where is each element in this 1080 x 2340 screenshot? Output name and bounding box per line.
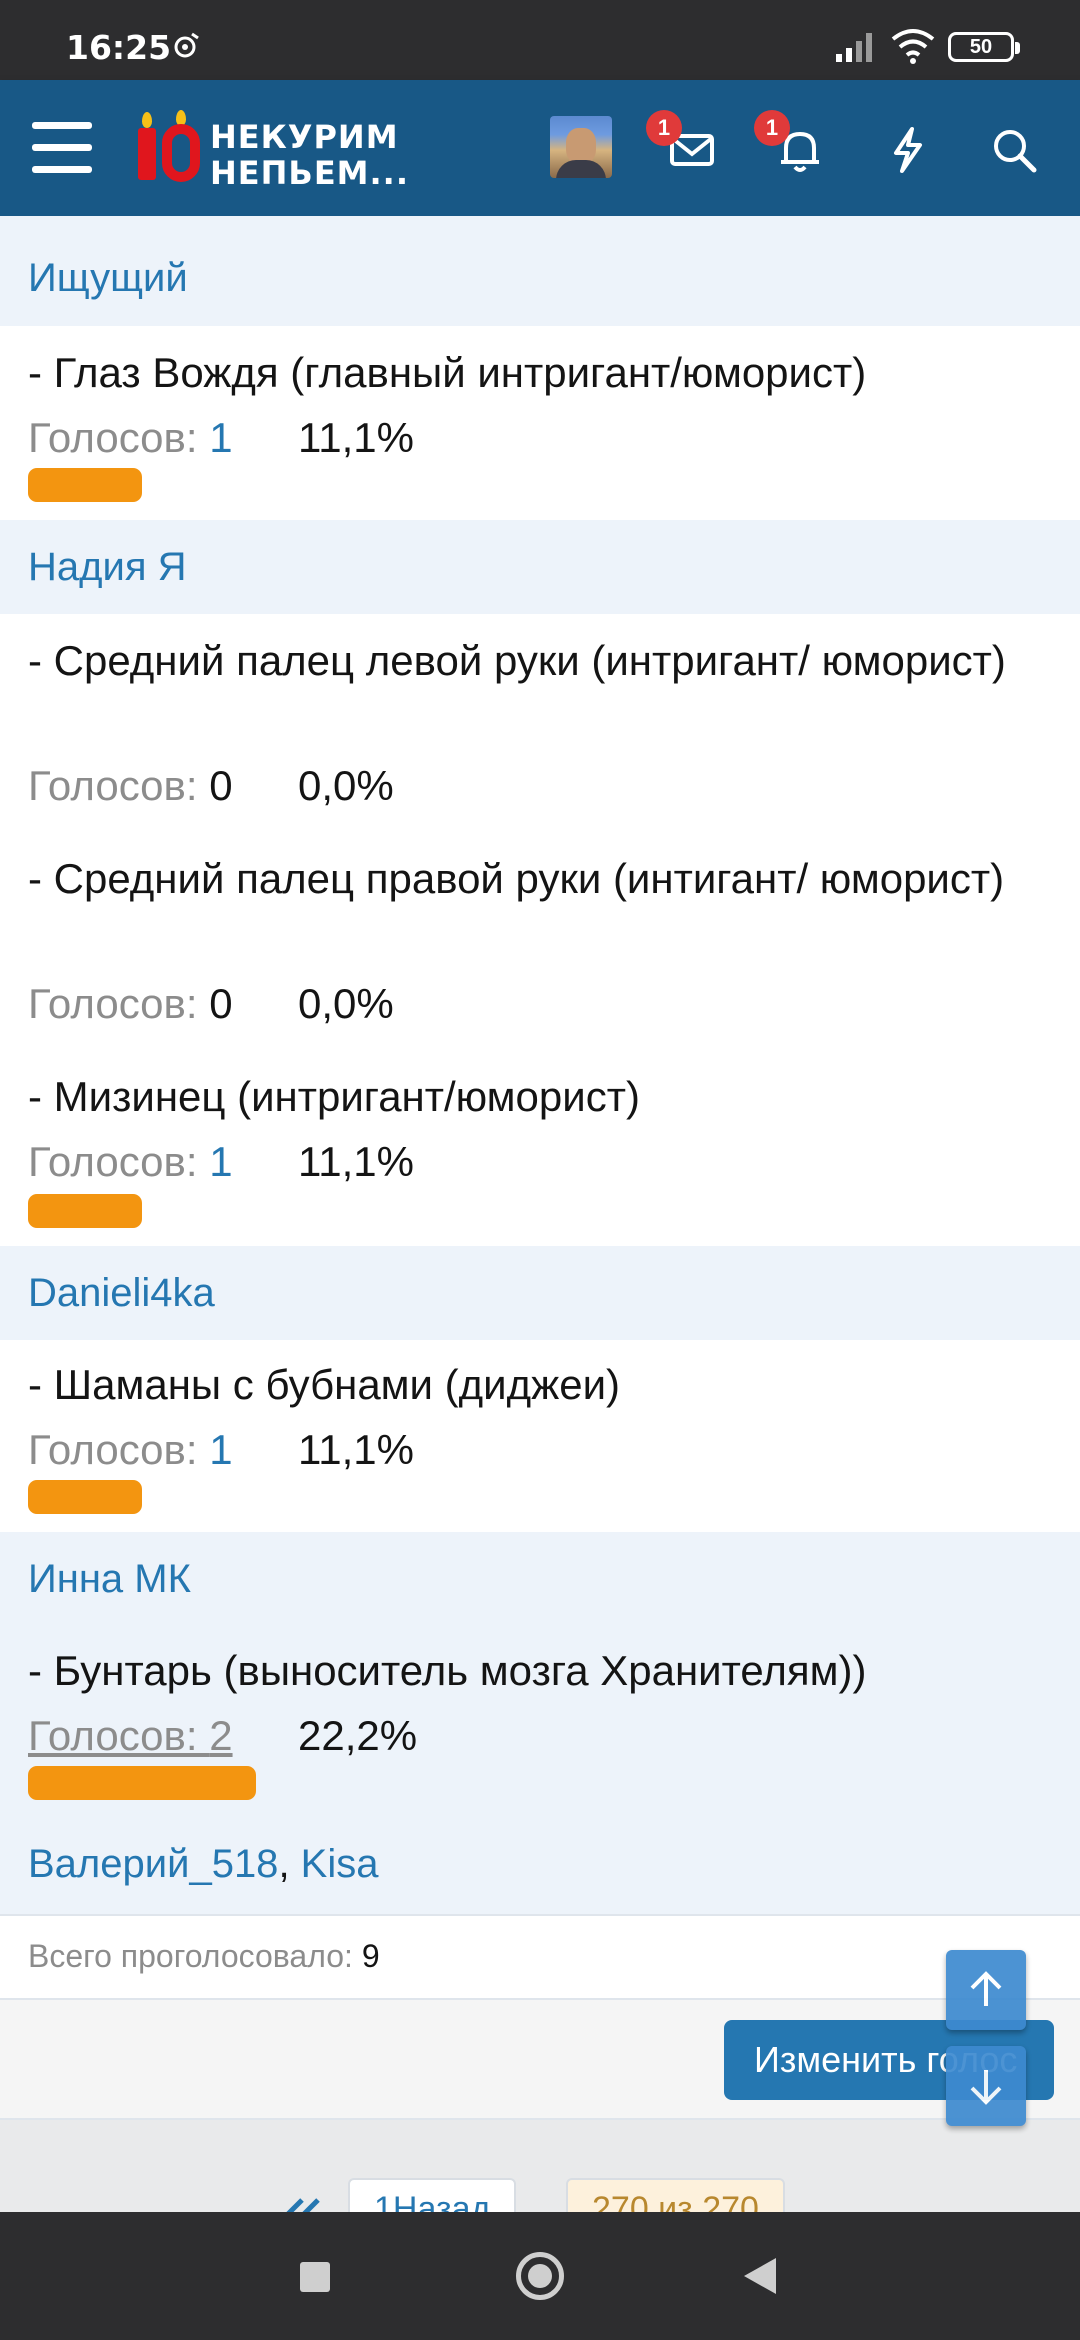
- poll-option-text: - Шаманы с бубнами (диджеи): [28, 1361, 621, 1408]
- messages-badge: 1: [646, 110, 682, 146]
- poll-votes: Голосов: 1: [28, 1426, 233, 1474]
- scroll-bottom-button[interactable]: [946, 2046, 1026, 2126]
- poll-total: Всего проголосовало: 9: [0, 1914, 1080, 1998]
- poll-option-text: - Бунтарь (выноситель мозга Хранителям)): [28, 1647, 867, 1694]
- battery-icon: 50: [948, 32, 1020, 62]
- battery-level: 50: [969, 36, 993, 58]
- menu-icon[interactable]: [32, 122, 92, 174]
- author-header-nadiya: Надия Я: [0, 520, 1080, 614]
- votes-count-link[interactable]: 1: [209, 1426, 232, 1473]
- votes-count: 0: [209, 762, 233, 809]
- poll-bar: [28, 1480, 142, 1514]
- search-icon[interactable]: [988, 124, 1040, 176]
- status-time: 16:25: [66, 28, 172, 67]
- avatar[interactable]: [550, 116, 612, 178]
- poll-option-text: - Средний палец правой руки (интигант/ ю…: [28, 855, 1005, 902]
- author-header-danieli4ka: Danieli4ka: [0, 1246, 1080, 1340]
- author-link[interactable]: Надия Я: [28, 545, 186, 589]
- votes-count-link[interactable]: 1: [209, 414, 232, 461]
- pager-prev-button[interactable]: 1Назад: [348, 2178, 517, 2212]
- author-link[interactable]: Danieli4ka: [28, 1271, 215, 1315]
- poll-votes: Голосов: 1: [28, 1138, 233, 1186]
- poll-percent: 22,2%: [298, 1712, 418, 1759]
- poll-votes: Голосов: 1: [28, 414, 233, 462]
- total-value: 9: [361, 1938, 380, 1974]
- app-header: НЕКУРИМ НЕПЬЕМ... 1 1: [0, 80, 1080, 216]
- scroll-top-button[interactable]: [946, 1950, 1026, 2030]
- author-header-ishchushchiy: Ищущий: [0, 216, 1080, 326]
- poll-bar: [28, 1766, 256, 1800]
- votes-label: Голосов:: [28, 1138, 210, 1185]
- arrow-down-icon: [970, 2070, 1002, 2105]
- votes-label: Голосов:: [28, 1712, 210, 1759]
- pager-current[interactable]: 270 из 270: [566, 2178, 785, 2212]
- poll-votes: Голосов: 0: [28, 980, 233, 1028]
- poll-votes: Голосов: 0: [28, 762, 233, 810]
- author-link[interactable]: Инна МК: [28, 1557, 191, 1601]
- poll-bar: [28, 468, 142, 502]
- poll-bar: [28, 1194, 142, 1228]
- status-bar: 16:25 50: [0, 0, 1080, 80]
- back-icon[interactable]: [744, 2258, 776, 2294]
- author-link[interactable]: Ищущий: [28, 256, 188, 300]
- poll-percent: 11,1%: [298, 1138, 414, 1185]
- poll-option-text: - Глаз Вождя (главный интригант/юморист): [28, 349, 867, 396]
- votes-count: 2: [209, 1712, 233, 1759]
- total-voters: Всего проголосовало: 9: [28, 1938, 380, 1975]
- double-chevron-left-icon[interactable]: [282, 2196, 326, 2212]
- logo-text-line2: НЕПЬЕМ...: [210, 154, 409, 192]
- alerts-badge: 1: [754, 110, 790, 146]
- poll-percent: 11,1%: [298, 414, 414, 461]
- arrow-up-icon: [970, 1971, 1002, 2006]
- votes-label: Голосов:: [28, 980, 210, 1027]
- poll-votes-link[interactable]: Голосов: 2: [28, 1712, 233, 1760]
- poll-option-text: - Мизинец (интригант/юморист): [28, 1073, 640, 1120]
- voters-list: Валерий_518, Kisa: [28, 1842, 378, 1887]
- votes-label: Голосов:: [28, 762, 210, 809]
- voter-link[interactable]: Валерий_518: [28, 1842, 278, 1886]
- total-label: Всего проголосовало:: [28, 1938, 362, 1974]
- signal-icon: [836, 33, 872, 62]
- home-icon[interactable]: [516, 2252, 564, 2300]
- poll-percent: 0,0%: [298, 980, 394, 1027]
- votes-label: Голосов:: [28, 1426, 210, 1473]
- system-nav-bar: [0, 2212, 1080, 2340]
- wifi-icon: [891, 29, 935, 64]
- voter-link[interactable]: Kisa: [301, 1842, 379, 1886]
- voters-separator: ,: [278, 1842, 301, 1886]
- votes-label: Голосов:: [28, 414, 210, 461]
- site-logo[interactable]: НЕКУРИМ НЕПЬЕМ...: [134, 110, 408, 192]
- pager: 1Назад 270 из 270: [0, 2120, 1080, 2212]
- poll-percent: 11,1%: [298, 1426, 414, 1473]
- poll-percent: 0,0%: [298, 762, 394, 809]
- lightning-icon[interactable]: [882, 124, 934, 176]
- votes-count: 0: [209, 980, 233, 1027]
- music-note-icon: [174, 32, 199, 58]
- votes-count-link[interactable]: 1: [209, 1138, 232, 1185]
- recent-apps-icon[interactable]: [300, 2262, 330, 2292]
- logo-text-line1: НЕКУРИМ: [210, 118, 399, 156]
- poll-option-text: - Средний палец левой руки (интригант/ ю…: [28, 637, 1006, 684]
